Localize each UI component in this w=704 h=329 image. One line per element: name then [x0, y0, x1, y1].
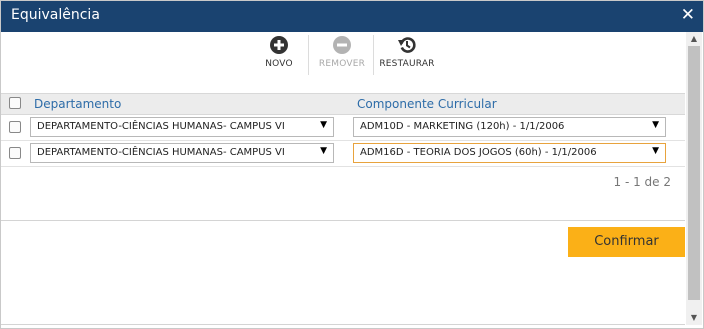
- scroll-down-icon[interactable]: ▼: [686, 311, 702, 325]
- chevron-down-icon: ▼: [652, 146, 659, 156]
- remove-button-label: REMOVER: [318, 59, 366, 69]
- chevron-down-icon: ▼: [320, 120, 327, 130]
- column-header-componente[interactable]: Componente Curricular: [357, 97, 497, 111]
- select-all-checkbox[interactable]: [9, 97, 21, 109]
- restore-icon: [398, 37, 416, 53]
- row-checkbox[interactable]: [9, 121, 21, 133]
- componente-value: ADM16D - TEORIA DOS JOGOS (60h) - 1/1/20…: [360, 147, 597, 158]
- divider: [1, 220, 685, 221]
- close-icon[interactable]: ✕: [681, 5, 695, 25]
- title-bar: Equivalência ✕: [1, 1, 703, 32]
- column-header-departamento[interactable]: Departamento: [34, 97, 121, 111]
- componente-select[interactable]: ADM16D - TEORIA DOS JOGOS (60h) - 1/1/20…: [353, 143, 666, 163]
- departamento-value: DEPARTAMENTO-CIÊNCIAS HUMANAS- CAMPUS VI: [37, 121, 285, 132]
- componente-select[interactable]: ADM10D - MARKETING (120h) - 1/1/2006 ▼: [353, 117, 666, 137]
- row-checkbox[interactable]: [9, 147, 21, 159]
- dialog-title: Equivalência: [11, 7, 100, 23]
- pagination-info: 1 - 1 de 2: [613, 175, 672, 189]
- departamento-select[interactable]: DEPARTAMENTO-CIÊNCIAS HUMANAS- CAMPUS VI…: [30, 143, 334, 163]
- scroll-up-icon[interactable]: ▲: [686, 32, 702, 46]
- componente-value: ADM10D - MARKETING (120h) - 1/1/2006: [360, 121, 565, 132]
- scrollbar-thumb[interactable]: [688, 46, 700, 300]
- departamento-value: DEPARTAMENTO-CIÊNCIAS HUMANAS- CAMPUS VI: [37, 147, 285, 158]
- equivalencia-dialog: Equivalência ✕ NOVO REMOVER RESTAURAR De…: [0, 0, 704, 329]
- grid-header: Departamento Componente Curricular: [1, 93, 685, 115]
- restore-button-label: RESTAURAR: [379, 59, 435, 69]
- divider: [1, 324, 685, 325]
- departamento-select[interactable]: DEPARTAMENTO-CIÊNCIAS HUMANAS- CAMPUS VI…: [30, 117, 334, 137]
- minus-circle-icon: [333, 36, 351, 54]
- new-button[interactable]: NOVO: [246, 35, 312, 69]
- new-button-label: NOVO: [265, 59, 293, 69]
- chevron-down-icon: ▼: [652, 120, 659, 130]
- plus-circle-icon: [270, 36, 288, 54]
- restore-button[interactable]: RESTAURAR: [374, 35, 440, 69]
- vertical-scrollbar[interactable]: ▲ ▼: [686, 32, 702, 325]
- confirm-button[interactable]: Confirmar: [568, 227, 685, 257]
- toolbar: NOVO REMOVER RESTAURAR: [1, 35, 685, 79]
- table-row: DEPARTAMENTO-CIÊNCIAS HUMANAS- CAMPUS VI…: [1, 114, 685, 141]
- chevron-down-icon: ▼: [320, 146, 327, 156]
- remove-button[interactable]: REMOVER: [309, 35, 375, 69]
- table-row: DEPARTAMENTO-CIÊNCIAS HUMANAS- CAMPUS VI…: [1, 140, 685, 167]
